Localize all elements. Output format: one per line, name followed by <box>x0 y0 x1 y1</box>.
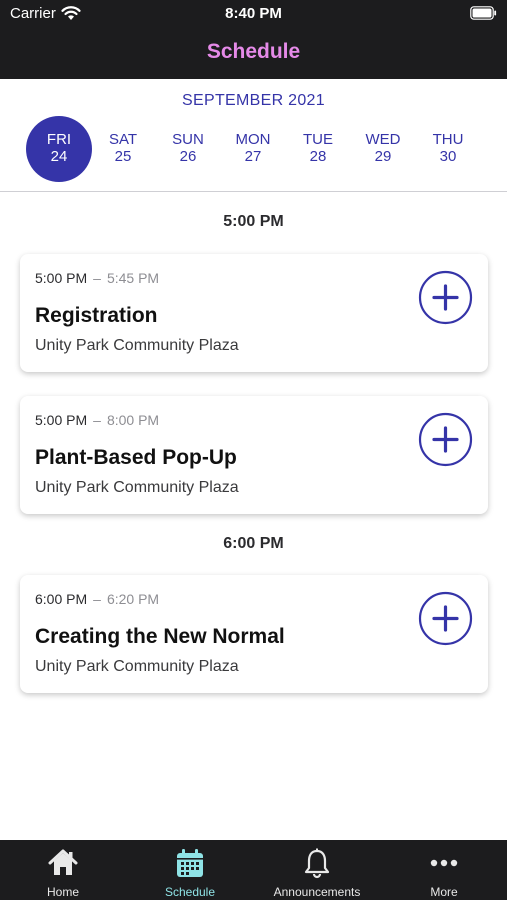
calendar-icon <box>174 847 206 879</box>
day-name: SUN <box>172 131 204 148</box>
event-card[interactable]: 6:00 PM –6:20 PM Creating the New Normal Un… <box>20 575 488 693</box>
tab-label: More <box>430 885 458 899</box>
month-label: SEPTEMBER 2021 <box>182 92 325 109</box>
event-location: Unity Park Community Plaza <box>35 479 239 496</box>
top-bar: Carrier 8:40 PM Schedule <box>0 0 507 79</box>
tab-home[interactable]: Home <box>0 840 126 900</box>
day-date: 30 <box>439 148 457 165</box>
tab-label: Schedule <box>164 885 216 899</box>
page-title: Schedule <box>206 40 301 63</box>
event-start-time: 5:00 PM <box>35 412 88 428</box>
plus-circle-icon <box>418 270 473 329</box>
day-name: WED <box>365 131 401 148</box>
more-icon <box>428 847 460 879</box>
tab-bar: Home Schedule Announcements More <box>0 840 507 900</box>
day-date: 27 <box>244 148 262 165</box>
divider <box>0 191 507 192</box>
day-tue[interactable]: TUE 28 <box>285 116 351 182</box>
day-name: THU <box>432 131 464 148</box>
time-group-header: 5:00 PM <box>223 213 284 230</box>
tab-announcements[interactable]: Announcements <box>254 840 380 900</box>
day-mon[interactable]: MON 27 <box>220 116 286 182</box>
day-date: 24 <box>50 148 68 165</box>
day-thu[interactable]: THU 30 <box>415 116 481 182</box>
event-times: 5:00 PM –8:00 PM <box>35 412 159 428</box>
tab-label: Home <box>46 885 79 899</box>
day-name: MON <box>235 131 271 148</box>
time-separator: – <box>93 270 101 286</box>
add-to-schedule-button[interactable] <box>418 412 473 467</box>
day-date: 26 <box>179 148 197 165</box>
home-icon <box>47 847 79 879</box>
event-title: Plant-Based Pop-Up <box>35 446 237 469</box>
event-location: Unity Park Community Plaza <box>35 658 239 675</box>
event-times: 6:00 PM –6:20 PM <box>35 591 159 607</box>
event-location: Unity Park Community Plaza <box>35 337 239 354</box>
bell-icon <box>301 847 333 879</box>
day-sun[interactable]: SUN 26 <box>155 116 221 182</box>
day-sat[interactable]: SAT 25 <box>90 116 156 182</box>
day-name: SAT <box>108 131 138 148</box>
add-to-schedule-button[interactable] <box>418 270 473 325</box>
time-separator: – <box>93 591 101 607</box>
event-end-time: 5:45 PM <box>106 270 160 286</box>
day-wed[interactable]: WED 29 <box>350 116 416 182</box>
event-title: Registration <box>35 304 158 327</box>
event-start-time: 6:00 PM <box>35 591 88 607</box>
time-separator: – <box>93 412 101 428</box>
status-time: 8:40 PM <box>225 5 282 22</box>
tab-schedule[interactable]: Schedule <box>127 840 253 900</box>
day-selector: FRI 24 SAT 25 SUN 26 MON 27 TUE 28 WED 29 THU 30 <box>0 116 507 182</box>
day-name: TUE <box>303 131 333 148</box>
plus-circle-icon <box>418 591 473 650</box>
event-end-time: 6:20 PM <box>106 591 160 607</box>
event-card[interactable]: 5:00 PM –8:00 PM Plant-Based Pop-Up Unity P… <box>20 396 488 514</box>
event-card[interactable]: 5:00 PM –5:45 PM Registration Unity Park Co… <box>20 254 488 372</box>
battery-icon <box>470 6 497 20</box>
day-date: 28 <box>309 148 327 165</box>
time-group-header: 6:00 PM <box>223 535 284 552</box>
plus-circle-icon <box>418 412 473 471</box>
tab-label: Announcements <box>273 885 361 899</box>
add-to-schedule-button[interactable] <box>418 591 473 646</box>
day-name: FRI <box>46 131 72 148</box>
day-date: 29 <box>374 148 392 165</box>
status-bar: Carrier 8:40 PM <box>0 0 507 28</box>
event-end-time: 8:00 PM <box>106 412 160 428</box>
event-start-time: 5:00 PM <box>35 270 88 286</box>
tab-more[interactable]: More <box>381 840 507 900</box>
event-times: 5:00 PM –5:45 PM <box>35 270 159 286</box>
day-date: 25 <box>114 148 132 165</box>
event-title: Creating the New Normal <box>35 625 285 648</box>
day-fri[interactable]: FRI 24 <box>26 116 92 182</box>
